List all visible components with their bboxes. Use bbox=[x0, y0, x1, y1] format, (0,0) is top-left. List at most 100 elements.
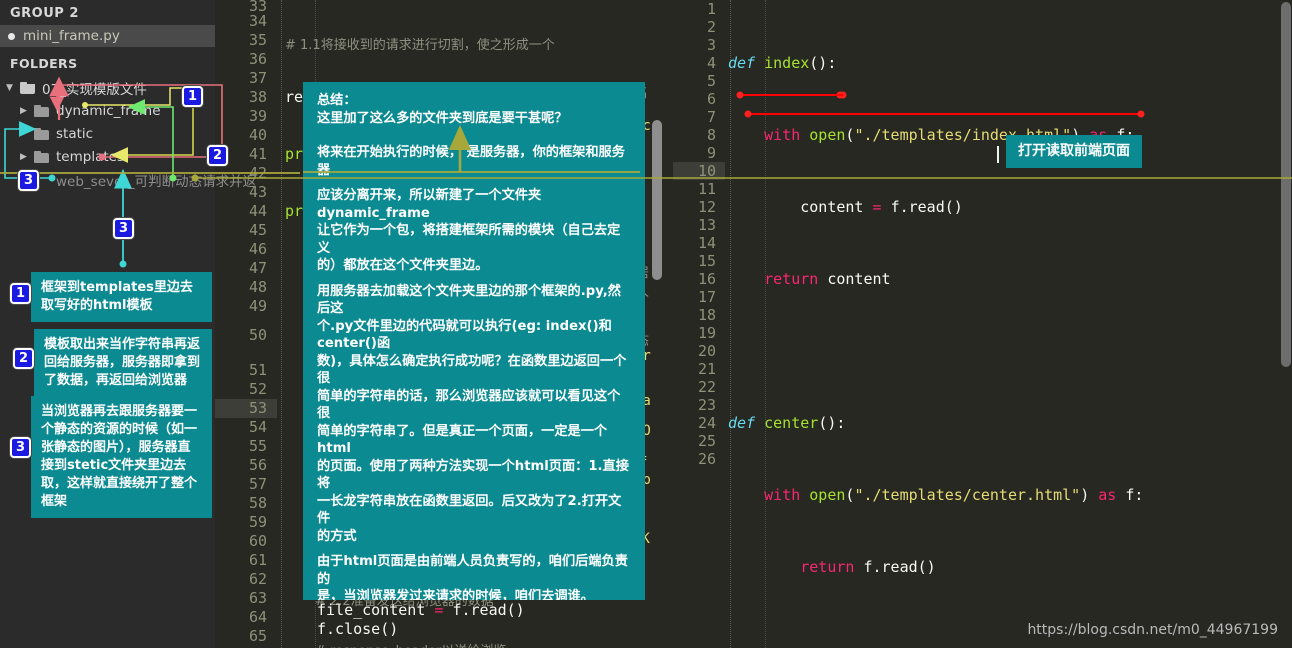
line-number: 45 bbox=[248, 221, 267, 239]
line-number: 39 bbox=[248, 107, 267, 125]
callout-box-1: 框架到templates里边去取写好的html模板 bbox=[31, 272, 212, 322]
summary-note-panel: 总结： 这里加了这么多的文件夹到底是要干甚呢？ 将来在开始执行的时候， 是服务器… bbox=[303, 82, 645, 600]
line-number: 3 bbox=[706, 36, 716, 54]
note-line: 用服务器去加载这个文件夹里边的那个框架的.py,然后这 bbox=[317, 283, 621, 317]
line-number: 15 bbox=[697, 252, 716, 270]
line-number: 46 bbox=[248, 240, 267, 258]
line-number: 52 bbox=[248, 380, 267, 398]
annotation-badge-3-tree: 3 bbox=[18, 170, 39, 191]
line-number: 59 bbox=[248, 513, 267, 531]
note-line: 简单的字符串的话，那么浏览器应该就可以看见这个很 bbox=[317, 388, 621, 422]
note-line: 个.py文件里边的代码就可以执行(eg: index()和center()函 bbox=[317, 318, 612, 352]
right-line-number-gutter: 1 2 3 4 5 6 7 8 9 10 11 12 13 14 15 16 1… bbox=[673, 0, 725, 648]
line-number: 60 bbox=[248, 532, 267, 550]
note-line: 的）都放在这个文件夹里边。 bbox=[317, 258, 489, 273]
folder-open-icon bbox=[20, 81, 35, 94]
code-token: index bbox=[764, 54, 810, 72]
line-number: 54 bbox=[248, 418, 267, 436]
note-line: 由于html页面是由前端人员负责写的，咱们后端负责的 bbox=[317, 554, 628, 587]
code-token: content bbox=[800, 198, 864, 216]
fold-guide bbox=[281, 0, 282, 648]
line-number: 5 bbox=[706, 72, 716, 90]
line-number: 14 bbox=[697, 234, 716, 252]
line-number: 23 bbox=[697, 396, 716, 414]
line-number: 57 bbox=[248, 475, 267, 493]
folder-icon bbox=[34, 104, 49, 117]
sidebar-item-label: web_sever_可判断动态请求并返 bbox=[56, 173, 257, 190]
sidebar-open-file-label: mini_frame.py bbox=[23, 28, 120, 44]
sidebar-item-templates[interactable]: templates bbox=[0, 145, 215, 168]
line-number: 62 bbox=[248, 570, 267, 588]
note-line: 简单的字符串了。但是真正一个页面，一定是一个html bbox=[317, 423, 608, 457]
line-number: 58 bbox=[248, 494, 267, 512]
line-number: 26 bbox=[697, 450, 716, 468]
note-line: 应该分离开来，所以新建了一个文件夹dynamic_frame bbox=[317, 188, 542, 221]
code-token: "./templates/center.html" bbox=[854, 486, 1081, 504]
sidebar-item-static[interactable]: static bbox=[0, 122, 215, 145]
folder-icon bbox=[34, 127, 49, 140]
callout-box-2: 模板取出来当作字符串再返回给服务器，服务器即拿到了数据，再返回给浏览器 bbox=[34, 329, 212, 397]
line-number: 64 bbox=[248, 608, 267, 626]
note-line: 的页面。使用了两种方法实现一个html页面：1.直接将 bbox=[317, 458, 629, 492]
code-token: with bbox=[764, 126, 801, 144]
sidebar-item-label: static bbox=[56, 125, 94, 142]
annotation-badge-1-tree: 1 bbox=[182, 86, 203, 107]
line-number: 16 bbox=[697, 270, 716, 288]
line-number: 35 bbox=[248, 31, 267, 49]
code-token: def bbox=[728, 414, 756, 432]
code-token: return bbox=[764, 270, 819, 288]
line-number: 2 bbox=[706, 18, 716, 36]
note-line: 数)，具体怎么确定执行成功呢？在函数里边返回一个很 bbox=[317, 353, 627, 387]
chevron-right-icon[interactable] bbox=[20, 106, 32, 116]
code-token: f.close() bbox=[317, 620, 399, 638]
code-token: (): bbox=[818, 414, 846, 432]
modified-dot-icon bbox=[8, 32, 15, 40]
note-line: 的方式 bbox=[317, 528, 357, 544]
callout-box-3: 当浏览器再去跟服务器要一个静态的资源的时候（如一张静态的图片），服务器直接到st… bbox=[31, 396, 212, 518]
line-number: 13 bbox=[697, 216, 716, 234]
line-number: 19 bbox=[697, 324, 716, 342]
chevron-down-icon[interactable] bbox=[6, 83, 18, 93]
line-number: 24 bbox=[697, 414, 716, 432]
middle-editor-scrollbar[interactable] bbox=[652, 120, 662, 280]
code-token: as bbox=[1098, 486, 1117, 504]
annotation-badge-3-callout: 3 bbox=[10, 437, 31, 458]
line-number: 6 bbox=[706, 90, 716, 108]
line-number: 18 bbox=[697, 306, 716, 324]
text-cursor bbox=[997, 146, 999, 163]
code-token: def bbox=[728, 54, 756, 72]
annotation-badge-2-tree: 2 bbox=[207, 145, 228, 166]
note-line: 一长龙字符串放在函数里返回。后又改为了2.打开文件 bbox=[317, 493, 622, 527]
line-number: 22 bbox=[697, 378, 716, 396]
note-line: 是，当浏览器发过来请求的时候，咱们去调谁。 bbox=[317, 589, 594, 600]
sidebar-item-label: templates bbox=[56, 148, 124, 165]
line-number: 47 bbox=[248, 259, 267, 277]
open-frontend-page-callout[interactable]: 打开读取前端页面 bbox=[1006, 135, 1142, 168]
chevron-right-icon[interactable] bbox=[20, 152, 32, 162]
code-token: center bbox=[764, 414, 819, 432]
line-number: 44 bbox=[248, 202, 267, 220]
line-number: 33 bbox=[248, 0, 267, 15]
code-token: file_content bbox=[317, 601, 426, 619]
note-line: 总结： bbox=[317, 93, 357, 108]
line-number: 7 bbox=[706, 108, 716, 126]
sidebar-folders-title: FOLDERS bbox=[10, 56, 78, 71]
line-number: 51 bbox=[248, 361, 267, 379]
line-number: 40 bbox=[248, 126, 267, 144]
line-number: 37 bbox=[248, 69, 267, 87]
line-number: 55 bbox=[248, 437, 267, 455]
code-token: open bbox=[809, 126, 846, 144]
folder-icon bbox=[34, 150, 49, 163]
line-number: 1 bbox=[706, 0, 716, 18]
note-line: 将来在开始执行的时候， 是服务器，你的框架和服务器 bbox=[317, 145, 625, 178]
code-token: with bbox=[764, 486, 801, 504]
code-token: open bbox=[809, 486, 846, 504]
right-code-text[interactable]: def index(): with open("./templates/inde… bbox=[728, 0, 1292, 648]
right-code-editor[interactable]: 1 2 3 4 5 6 7 8 9 10 11 12 13 14 15 16 1… bbox=[673, 0, 1292, 648]
line-number: 49 bbox=[248, 297, 267, 315]
right-editor-scrollbar[interactable] bbox=[1281, 2, 1291, 367]
code-token: f.read() bbox=[863, 558, 936, 576]
sidebar-open-file-mini-frame[interactable]: mini_frame.py bbox=[0, 25, 215, 47]
code-token: content bbox=[827, 270, 891, 288]
code-token: = bbox=[872, 198, 882, 216]
